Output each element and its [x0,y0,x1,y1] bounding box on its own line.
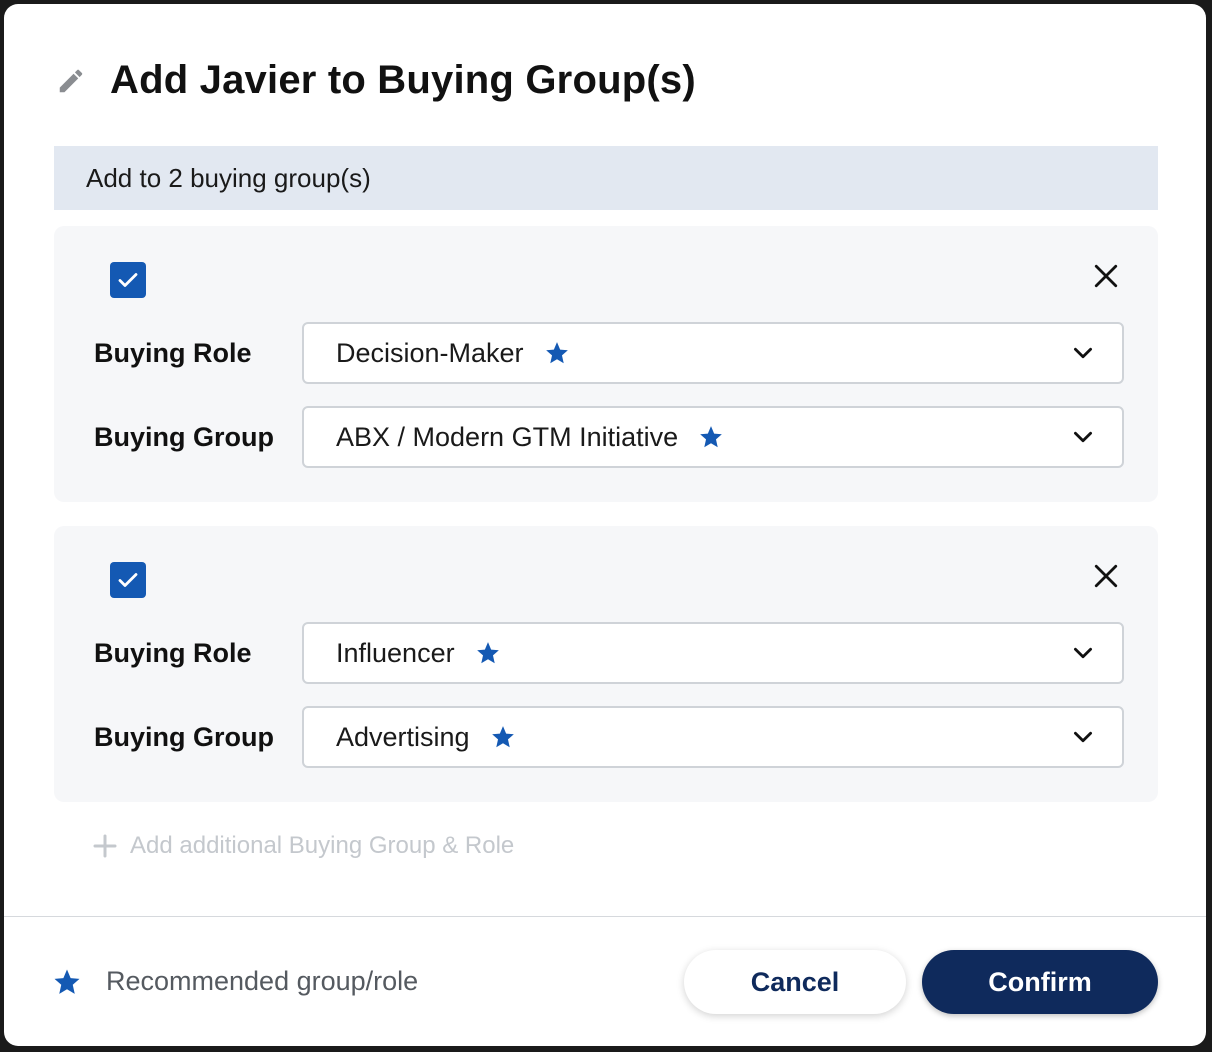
buying-group-label: Buying Group [94,721,274,752]
buying-role-value: Decision-Maker [336,337,524,368]
recommended-star-icon [490,724,516,750]
chevron-down-icon [1070,340,1096,366]
remove-entry-button[interactable] [1090,560,1122,592]
confirm-button[interactable]: Confirm [922,950,1158,1014]
buying-role-select[interactable]: Decision-Maker [302,322,1124,384]
cancel-button[interactable]: Cancel [684,950,906,1014]
recommended-star-icon [475,640,501,666]
remove-entry-button[interactable] [1090,260,1122,292]
buying-role-label: Buying Role [94,637,252,668]
buying-group-row: Buying Group Advertising [94,706,1124,768]
buying-role-label: Buying Role [94,337,252,368]
close-icon [1094,264,1118,288]
recommended-star-icon [544,340,570,366]
group-count-text: Add to 2 buying group(s) [86,162,371,193]
dialog-header: Add Javier to Buying Group(s) [54,58,696,103]
buying-role-select[interactable]: Influencer [302,622,1124,684]
check-icon [118,273,138,287]
buying-group-value: Advertising [336,721,470,752]
buying-group-label: Buying Group [94,421,274,452]
add-additional-group-label: Add additional Buying Group & Role [130,832,515,859]
buying-group-row: Buying Group ABX / Modern GTM Initiative [94,406,1124,468]
recommended-legend-text: Recommended group/role [106,966,419,996]
buying-role-row: Buying Role Influencer [94,622,1124,684]
star-icon [52,967,82,997]
buying-group-entry: Buying Role Decision-Maker Buying Group … [54,226,1158,502]
add-additional-group-button[interactable]: Add additional Buying Group & Role [92,832,514,860]
footer-divider [4,916,1206,917]
dialog-title: Add Javier to Buying Group(s) [110,58,696,102]
recommended-legend: Recommended group/role [52,966,418,997]
buying-group-entry: Buying Role Influencer Buying Group Adve… [54,526,1158,802]
buying-group-value: ABX / Modern GTM Initiative [336,421,679,452]
chevron-down-icon [1070,424,1096,450]
chevron-down-icon [1070,724,1096,750]
buying-role-row: Buying Role Decision-Maker [94,322,1124,384]
add-to-buying-group-dialog: Add Javier to Buying Group(s) Add to 2 b… [4,4,1206,1046]
plus-icon [92,833,118,859]
pencil-icon [54,64,88,98]
buying-role-value: Influencer [336,637,455,668]
recommended-star-icon [698,424,724,450]
chevron-down-icon [1070,640,1096,666]
close-icon [1094,564,1118,588]
buying-group-select[interactable]: Advertising [302,706,1124,768]
buying-group-select[interactable]: ABX / Modern GTM Initiative [302,406,1124,468]
check-icon [118,573,138,587]
group-count-banner: Add to 2 buying group(s) [54,146,1158,210]
entry-checkbox[interactable] [110,562,146,598]
entry-checkbox[interactable] [110,262,146,298]
